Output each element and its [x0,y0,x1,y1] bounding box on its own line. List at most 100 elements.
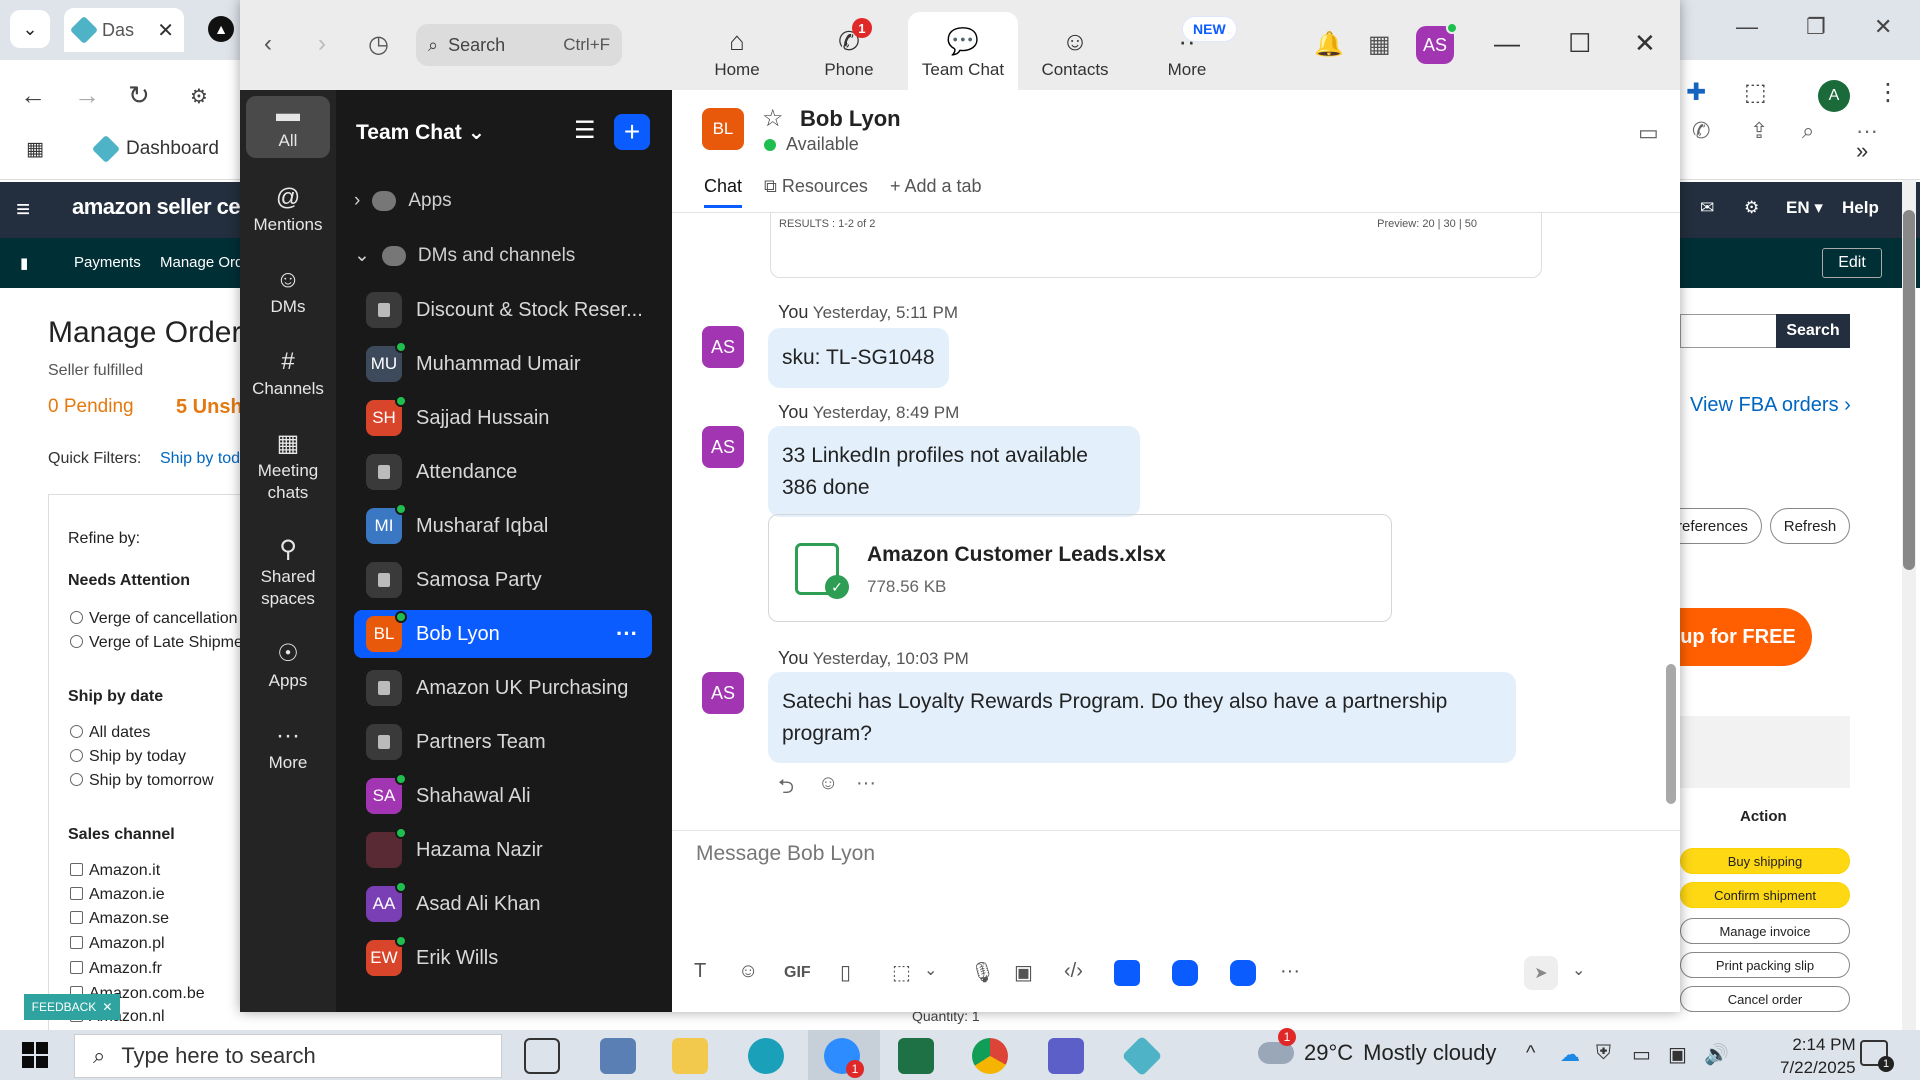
bookmark-nav-icon[interactable]: ▮ [20,254,28,272]
taskbar-search[interactable]: ⌕ Type here to search [74,1034,502,1078]
browser-minimize-icon[interactable]: — [1736,14,1758,40]
contact-avatar[interactable]: BL [702,108,744,150]
whiteboard-app-icon[interactable] [1172,960,1198,986]
security-icon[interactable]: ⛨ [1596,1042,1611,1065]
browser-menu-icon[interactable]: ⋮ [1876,78,1900,107]
rail-mentions[interactable]: @ Mentions [246,186,330,236]
screenshot-dropdown-icon[interactable]: ⌄ [924,960,937,980]
sidebar-conversation[interactable]: Samosa Party [354,556,652,604]
back-arrow-icon[interactable]: ← [20,80,46,111]
filter-verge-cancellation[interactable]: Verge of cancellation [70,610,238,628]
teams-icon[interactable] [1048,1038,1084,1074]
channel-amazon-ie[interactable]: Amazon.ie [70,886,165,904]
onedrive-icon[interactable]: ☁ [1560,1042,1580,1067]
sidebar-conversation[interactable]: Partners Team [354,718,652,766]
cancel-order-button[interactable]: Cancel order [1680,986,1850,1012]
site-settings-icon[interactable]: ⚙ [190,84,208,109]
channel-amazon-fr[interactable]: Amazon.fr [70,960,162,978]
sidebar-conversation[interactable]: Amazon UK Purchasing [354,664,652,712]
filter-verge-late-shipment[interactable]: Verge of Late Shipme [70,634,243,652]
calendar-icon[interactable]: ▦ [1368,30,1391,59]
channel-amazon-se[interactable]: Amazon.se [70,910,169,928]
screenshot-icon[interactable]: ⬚ [892,960,911,985]
page-scrollbar-thumb[interactable] [1903,210,1915,570]
code-snippet-icon[interactable]: ‹/› [1064,960,1083,983]
sidebar-conversation[interactable]: EW Erik Wills [354,934,652,982]
extensions-puzzle-icon[interactable]: ⬚ [1744,78,1767,107]
chrome-icon[interactable] [972,1038,1008,1074]
send-icon[interactable]: ➤ [1524,956,1558,990]
nav-tab-home[interactable]: ⌂ Home [682,12,792,90]
sidebar-title[interactable]: Team Chat ⌄ [356,120,485,145]
rail-apps[interactable]: ☉ Apps [246,642,330,692]
file-attachment[interactable]: ✓ Amazon Customer Leads.xlsx 778.56 KB [768,514,1392,622]
file-explorer-icon[interactable] [672,1038,708,1074]
close-feedback-icon[interactable]: ✕ [102,1000,112,1014]
nav-tab-team-chat[interactable]: 💬 Team Chat [908,12,1018,90]
bookmark-dashboard[interactable]: Dashboard [91,134,219,164]
notifications-bell-icon[interactable]: 🔔 [1314,30,1344,59]
video-call-icon[interactable]: ▭ [1638,120,1659,146]
filter-ship-by-today[interactable]: Ship by today [70,748,186,766]
sidebar-conversation[interactable]: MI Musharaf Iqbal [354,502,652,550]
previous-attachment-preview[interactable]: RESULTS : 1-2 of 2 Preview: 20 | 30 | 50 [770,212,1542,278]
reply-thread-icon[interactable]: ⮌ [778,772,794,806]
rail-dms[interactable]: ☺ DMs [246,268,330,318]
microphone-icon[interactable]: 🎙 [970,960,995,985]
reload-icon[interactable]: ↻ [128,80,150,111]
tab-unshipped[interactable]: 5 Unsh [176,396,243,419]
nav-manage-orders[interactable]: Manage Ord [160,254,243,271]
rail-meeting-chats[interactable]: ▦ Meeting chats [246,432,330,504]
tab-add[interactable]: + Add a tab [890,176,982,208]
new-chat-plus-icon[interactable]: + [614,114,650,150]
app-gem-icon[interactable] [1121,1035,1163,1077]
message-more-icon[interactable]: ··· [856,772,876,795]
message-bubble-1[interactable]: sku: TL-SG1048 [768,328,949,388]
forward-arrow-icon[interactable]: → [74,80,100,111]
extension-icon[interactable]: ✚ [1686,78,1706,107]
zoom-search-box[interactable]: ⌕ Search Ctrl+F [416,24,622,66]
sender-avatar-3[interactable]: AS [702,672,744,714]
tab-chat[interactable]: Chat [704,176,743,208]
nav-tab-contacts[interactable]: ☺ Contacts [1020,12,1130,90]
signup-free-banner[interactable]: up for FREE [1664,608,1812,666]
message-bubble-3[interactable]: Satechi has Loyalty Rewards Program. Do … [768,672,1516,763]
section-dms-channels[interactable]: ⌄ DMs and channels [354,244,575,267]
message-input[interactable]: Message Bob Lyon [696,842,875,866]
rail-shared-spaces[interactable]: ⚲ Shared spaces [246,538,330,610]
video-message-icon[interactable]: ▣ [1014,960,1033,985]
edge-browser-icon[interactable] [748,1038,784,1074]
calculator-icon[interactable] [600,1038,636,1074]
zoom-close-icon[interactable]: ✕ [1634,28,1656,59]
sidebar-conversation[interactable]: SA Shahawal Ali [354,772,652,820]
view-fba-orders-link[interactable]: View FBA orders › [1690,394,1851,417]
contact-name[interactable]: Bob Lyon [800,106,901,132]
battery-icon[interactable]: ▭ [1632,1042,1651,1067]
send-options-dropdown-icon[interactable]: ⌄ [1572,960,1585,980]
chat-search-icon[interactable]: ⌕ [1802,118,1814,144]
browser-tab-dashboard[interactable]: Das ✕ [64,8,184,52]
nav-tab-phone[interactable]: ✆ 1 Phone [794,12,904,90]
edit-nav-button[interactable]: Edit [1822,248,1882,278]
refresh-button[interactable]: Refresh [1770,508,1850,544]
settings-gear-icon[interactable]: ⚙ [1744,198,1759,218]
more-tools-icon[interactable]: ··· [1280,960,1300,983]
tab-resources[interactable]: ⧉ Resources [764,176,868,208]
excel-icon[interactable] [898,1038,934,1074]
add-reaction-icon[interactable]: ☺ [818,772,838,795]
sidebar-conversation[interactable]: Discount & Stock Reser... [354,286,652,334]
browser-profile-avatar[interactable]: A [1818,80,1850,112]
clock[interactable]: 2:14 PM 7/22/2025 [1780,1034,1856,1080]
language-selector[interactable]: EN ▾ [1786,198,1823,218]
rail-channels[interactable]: # Channels [246,350,330,400]
section-apps[interactable]: › Apps [354,190,452,212]
message-bubble-2[interactable]: 33 LinkedIn profiles not available 386 d… [768,426,1140,517]
sidebar-conversation[interactable]: MU Muhammad Umair [354,340,652,388]
zoom-app-icon[interactable] [1230,960,1256,986]
order-search-input[interactable] [1680,314,1776,348]
weather-widget[interactable]: 1 29°C Mostly cloudy [1258,1028,1496,1066]
zoom-taskbar-icon[interactable]: 1 [824,1038,864,1078]
show-hidden-icons-chevron-icon[interactable]: ^ [1526,1042,1535,1065]
channel-amazon-it[interactable]: Amazon.it [70,862,160,880]
hamburger-menu-icon[interactable]: ≡ [16,196,30,224]
